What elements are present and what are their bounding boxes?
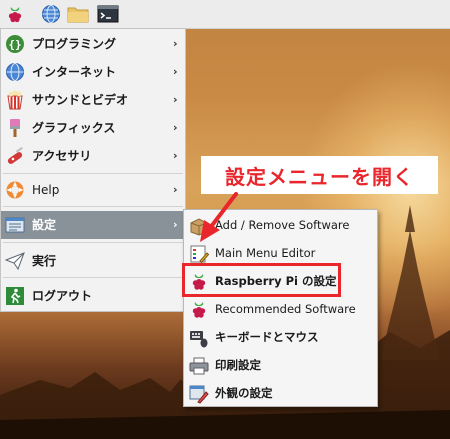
svg-text:{}: {} [8, 38, 21, 51]
settings-panel-icon [5, 217, 25, 233]
printer-icon [189, 357, 209, 375]
menu-item-label: 設定 [32, 218, 57, 232]
submenu-item-label: Recommended Software [215, 302, 356, 316]
lifebuoy-icon [6, 181, 24, 199]
submenu-item-recommended-software[interactable]: Recommended Software [184, 295, 377, 323]
menu-item-programming[interactable]: {} プログラミング › [1, 30, 185, 58]
main-menu: {} プログラミング › インターネット › サウンドとビデオ › グラフィック… [0, 28, 186, 312]
submenu-item-label: 印刷設定 [215, 358, 261, 372]
menu-item-label: グラフィックス [32, 121, 116, 135]
submenu-item-label: キーボードとマウス [215, 330, 319, 344]
exit-running-man-icon [6, 287, 24, 305]
submenu-arrow-icon: › [173, 121, 178, 134]
folder-icon [67, 7, 89, 23]
annotation-callout: 設定メニューを開く [201, 156, 438, 194]
annotation-arrow-icon [200, 192, 238, 242]
menu-item-sound-video[interactable]: サウンドとビデオ › [1, 86, 185, 114]
top-panel [0, 0, 450, 29]
submenu-arrow-icon: › [173, 149, 178, 162]
appearance-palette-icon [189, 385, 209, 404]
paintbrush-icon [10, 119, 20, 137]
menu-item-help[interactable]: Help › [1, 176, 185, 204]
submenu-arrow-icon: › [173, 183, 178, 196]
menu-item-label: ログアウト [32, 289, 93, 303]
file-manager-button[interactable] [66, 2, 90, 26]
menu-separator [3, 206, 183, 207]
menu-item-label: サウンドとビデオ [32, 93, 129, 107]
menu-item-label: インターネット [32, 65, 117, 79]
submenu-item-keyboard-mouse[interactable]: キーボードとマウス [184, 323, 377, 351]
menu-item-logout[interactable]: ログアウト [1, 282, 185, 310]
menu-item-label: アクセサリ [32, 149, 92, 163]
menu-item-internet[interactable]: インターネット › [1, 58, 185, 86]
menu-separator [3, 242, 183, 243]
raspberry-menu-button[interactable] [3, 2, 27, 26]
annotation-highlight-box [182, 263, 341, 297]
menu-item-settings[interactable]: 設定 › [1, 211, 185, 239]
menu-editor-icon [190, 245, 209, 264]
paper-plane-icon [5, 252, 25, 271]
globe-icon [42, 5, 60, 23]
menu-item-accessories[interactable]: アクセサリ › [1, 142, 185, 170]
submenu-item-print-settings[interactable]: 印刷設定 [184, 351, 377, 379]
popcorn-icon [7, 90, 23, 110]
globe-icon [6, 63, 24, 81]
submenu-arrow-icon: › [173, 37, 178, 50]
submenu-arrow-icon: › [173, 218, 178, 231]
terminal-button[interactable] [96, 2, 120, 26]
keyboard-mouse-icon [190, 331, 208, 348]
raspberry-icon [8, 7, 22, 23]
raspberry-icon [192, 302, 206, 318]
submenu-arrow-icon: › [173, 93, 178, 106]
submenu-arrow-icon: › [173, 65, 178, 78]
terminal-icon [97, 5, 119, 23]
submenu-item-label: 外観の設定 [215, 386, 273, 400]
submenu-item-appearance-settings[interactable]: 外観の設定 [184, 379, 377, 407]
menu-separator [3, 277, 183, 278]
code-braces-icon: {} [6, 35, 24, 53]
menu-item-graphics[interactable]: グラフィックス › [1, 114, 185, 142]
menu-item-label: Help [32, 183, 60, 197]
menu-separator [3, 173, 183, 174]
menu-item-run[interactable]: 実行 [1, 247, 185, 275]
swiss-knife-icon [7, 146, 23, 164]
web-browser-button[interactable] [39, 2, 63, 26]
menu-item-label: 実行 [32, 254, 57, 268]
annotation-callout-text: 設定メニューを開く [225, 164, 414, 189]
menu-item-label: プログラミング [32, 37, 117, 51]
